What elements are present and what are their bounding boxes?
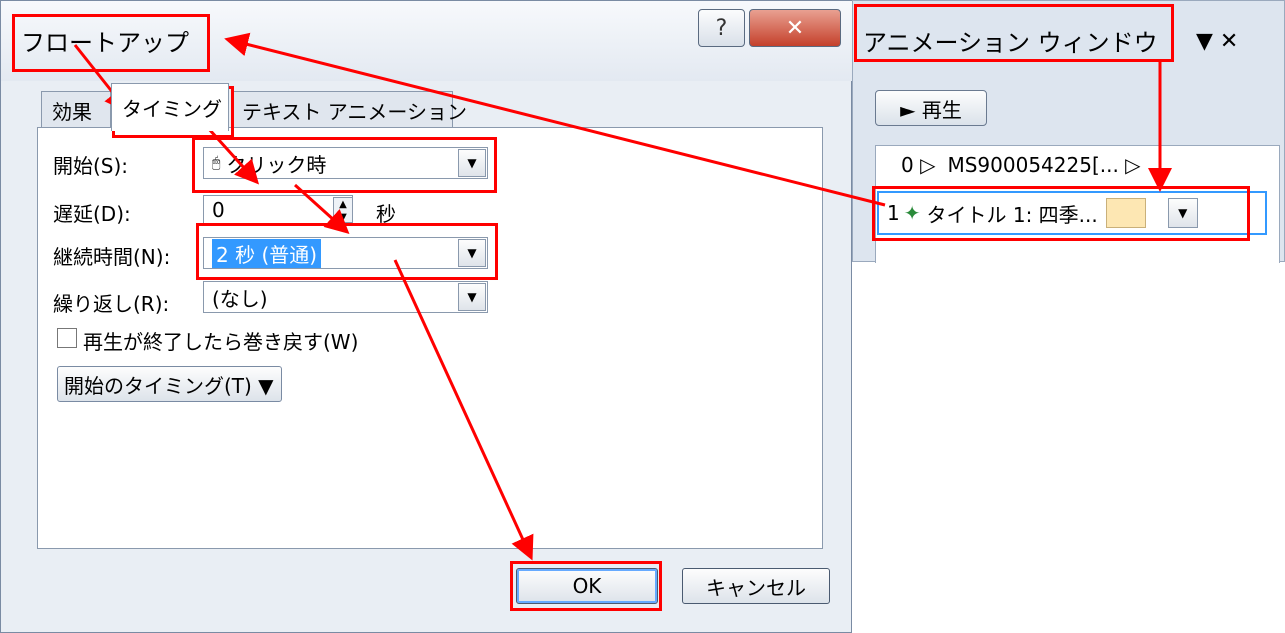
rewind-label: 再生が終了したら巻き戻す(W) [83, 330, 359, 354]
repeat-select[interactable]: (なし) [203, 281, 488, 313]
play-button[interactable]: ► 再生 [875, 90, 987, 126]
question-icon: ? [715, 15, 728, 41]
tab-effect[interactable]: 効果 [41, 91, 111, 129]
repeat-label: 繰り返し(R): [53, 292, 170, 316]
delay-stepper[interactable]: ▲ ▼ [333, 197, 353, 223]
close-icon: ✕ [785, 15, 805, 41]
annotation-box-start [192, 137, 497, 193]
dialog-window: フロートアップ ? ✕ 効果 タイミング テキスト アニメーション 開始(S):… [0, 0, 853, 633]
help-button[interactable]: ? [698, 9, 745, 47]
annotation-box-duration [196, 223, 498, 280]
start-timing-button[interactable]: 開始のタイミング(T) ▼ [57, 366, 282, 402]
repeat-select-value: (なし) [212, 286, 268, 311]
rewind-checkbox[interactable] [57, 328, 77, 348]
chevron-down-icon: ▼ [467, 290, 477, 304]
duration-label: 継続時間(N): [53, 245, 171, 269]
annotation-box-title [12, 14, 210, 72]
delay-input[interactable]: 0 [203, 195, 353, 225]
animation-item-name: MS900054225[... ▷ [947, 153, 1141, 177]
tab-timing[interactable]: タイミング [111, 83, 229, 131]
start-label: 開始(S): [53, 154, 129, 178]
stepper-up-icon[interactable]: ▲ [334, 198, 352, 211]
repeat-dropdown-button[interactable]: ▼ [458, 283, 486, 311]
delay-input-value: 0 [212, 198, 225, 222]
cancel-button[interactable]: キャンセル [682, 568, 830, 604]
animation-item-0[interactable]: 0 ▷ MS900054225[... ▷ [901, 153, 1141, 177]
tab-text-animation[interactable]: テキスト アニメーション [231, 91, 467, 129]
annotation-box-ok [510, 561, 662, 611]
delay-label: 遅延(D): [53, 202, 131, 226]
animation-item-index: 0 ▷ [901, 153, 936, 177]
annotation-box-item [872, 186, 1250, 241]
annotation-box-pane-title [854, 4, 1174, 62]
pane-controls[interactable]: ▼ ✕ [1196, 29, 1238, 54]
close-button[interactable]: ✕ [749, 9, 841, 47]
